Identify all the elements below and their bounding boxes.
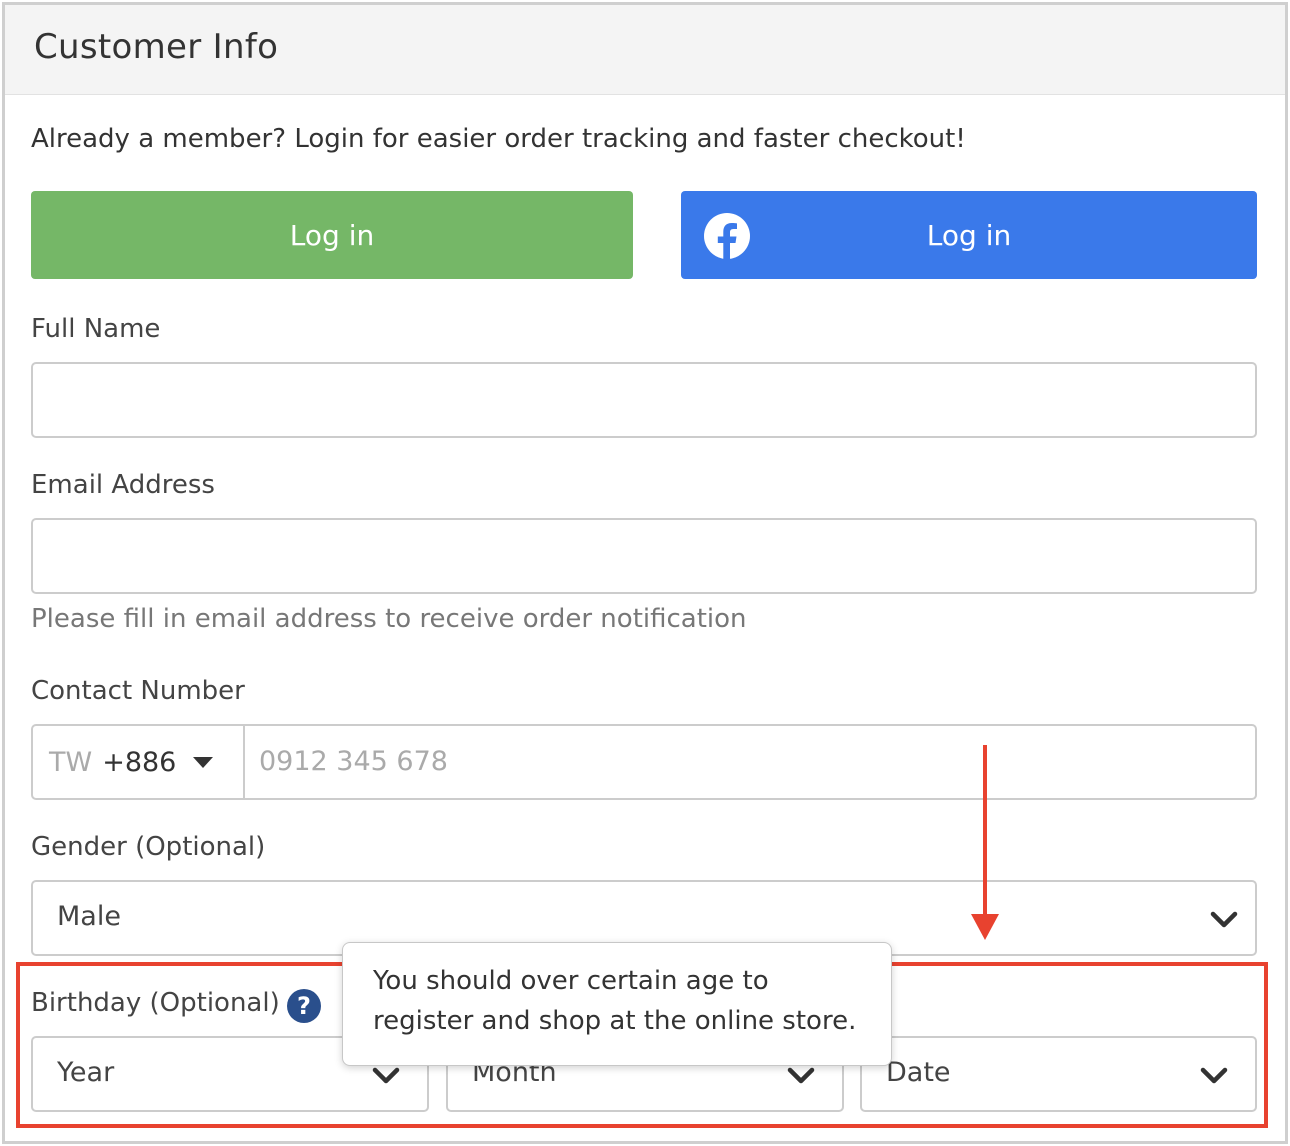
year-selected-value: Year xyxy=(57,1057,115,1088)
contact-number-label: Contact Number xyxy=(31,676,245,706)
panel-header: Customer Info xyxy=(5,5,1285,95)
email-help-text: Please fill in email address to receive … xyxy=(31,604,747,634)
login-button[interactable]: Log in xyxy=(31,191,633,279)
caret-down-icon xyxy=(193,757,213,768)
email-label: Email Address xyxy=(31,470,215,500)
question-circle-icon[interactable]: ? xyxy=(287,989,321,1023)
chevron-down-icon xyxy=(787,1067,815,1084)
annotation-arrow-head xyxy=(971,914,999,940)
tooltip-line-1: You should over certain age to xyxy=(373,966,769,996)
full-name-label: Full Name xyxy=(31,314,161,344)
chevron-down-icon xyxy=(372,1067,400,1084)
facebook-login-button[interactable]: Log in xyxy=(681,191,1257,279)
phone-number-input[interactable]: 0912 345 678 xyxy=(259,746,448,777)
annotation-arrow-line xyxy=(983,745,987,920)
country-code-select[interactable]: TW +886 xyxy=(33,726,245,798)
tooltip-line-2: register and shop at the online store. xyxy=(373,1006,857,1036)
birthday-date-select[interactable]: Date xyxy=(860,1036,1257,1112)
gender-label: Gender (Optional) xyxy=(31,832,266,862)
facebook-icon xyxy=(704,213,750,259)
full-name-input[interactable] xyxy=(31,362,1257,438)
gender-selected-value: Male xyxy=(57,901,121,932)
chevron-down-icon xyxy=(1210,911,1238,928)
login-prompt-text: Already a member? Login for easier order… xyxy=(31,124,966,154)
contact-number-field: TW +886 0912 345 678 xyxy=(31,724,1257,800)
date-selected-value: Date xyxy=(886,1057,951,1088)
email-input[interactable] xyxy=(31,518,1257,594)
facebook-login-label: Log in xyxy=(926,218,1012,252)
panel-title: Customer Info xyxy=(34,27,279,67)
dial-code: +886 xyxy=(102,746,177,778)
chevron-down-icon xyxy=(1200,1067,1228,1084)
country-abbr: TW xyxy=(49,746,93,778)
birthday-label: Birthday (Optional) xyxy=(31,988,280,1018)
birthday-tooltip: You should over certain age to register … xyxy=(342,942,892,1066)
login-button-label: Log in xyxy=(289,218,375,252)
